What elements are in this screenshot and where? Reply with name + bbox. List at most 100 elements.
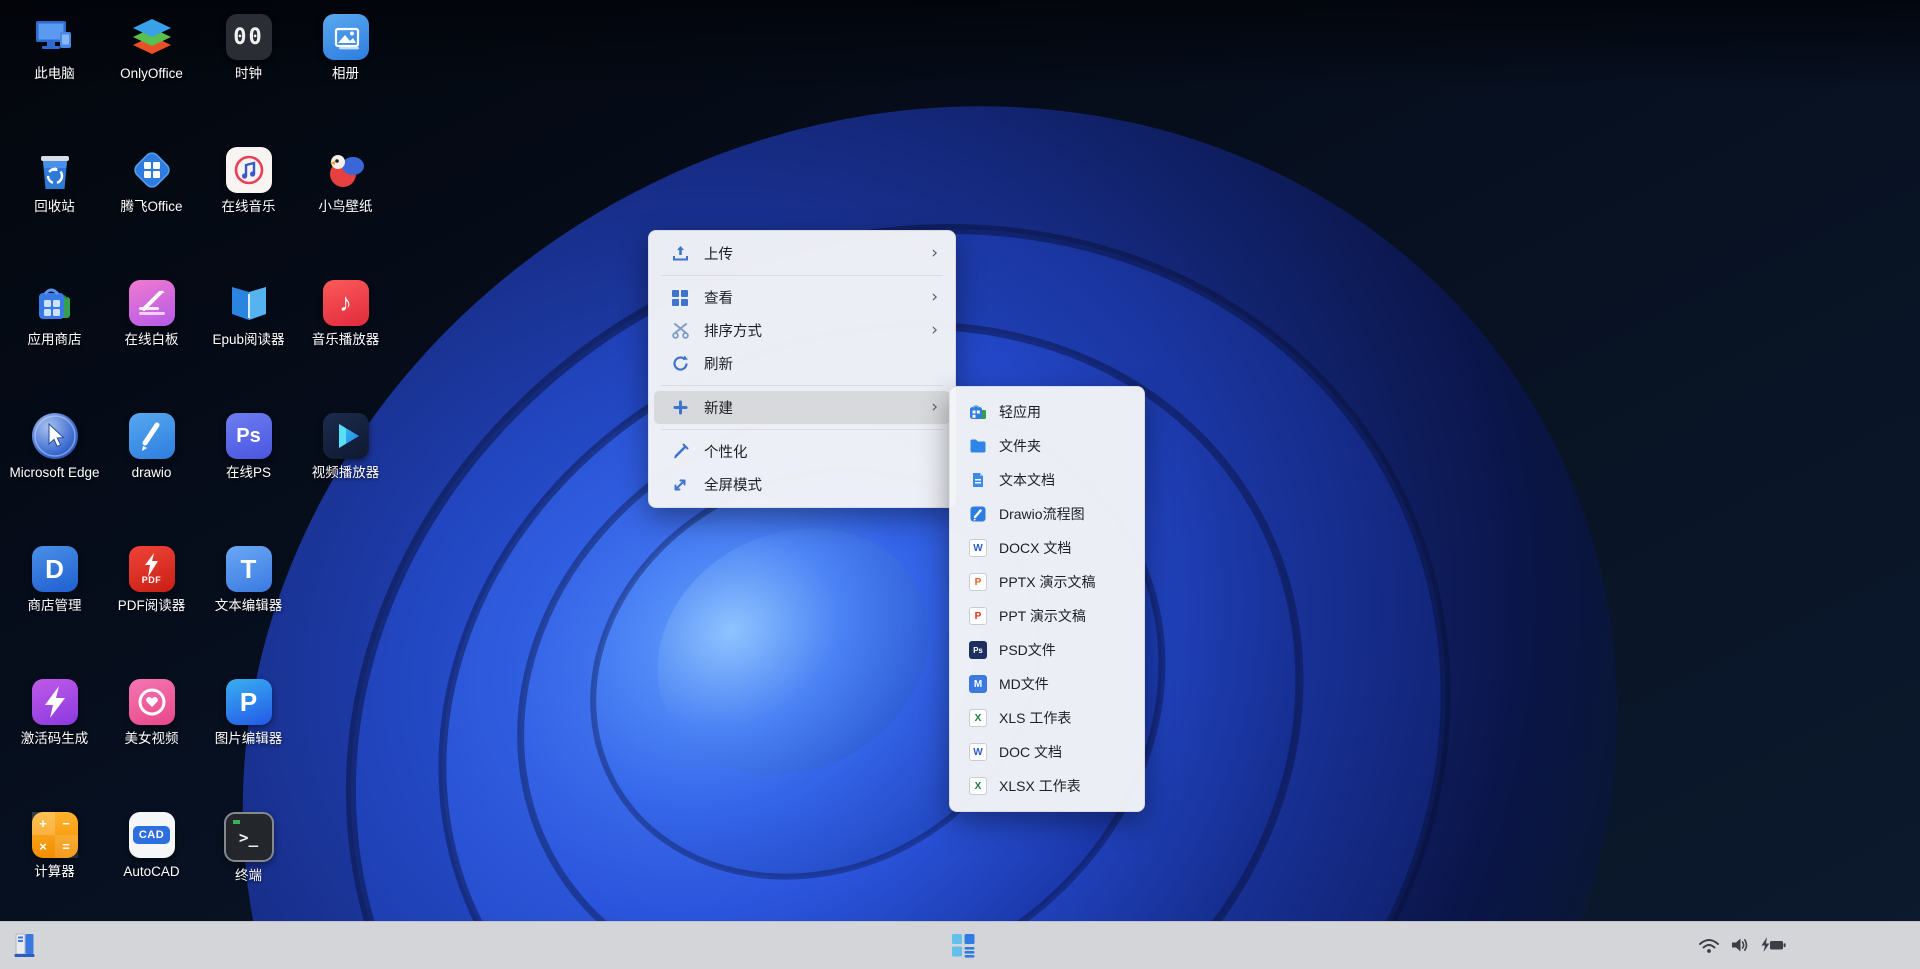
volume-icon[interactable] (1730, 936, 1750, 954)
menu-item-label: 刷新 (704, 353, 938, 374)
submenu-item-folder[interactable]: 文件夹 (955, 429, 1139, 463)
host-machine-button[interactable] (12, 932, 39, 959)
submenu-item-text-doc[interactable]: 文本文档 (955, 463, 1139, 497)
submenu-item-ppt[interactable]: P PPT 演示文稿 (955, 599, 1139, 633)
folder-icon (969, 437, 987, 455)
menu-item-label: 个性化 (704, 441, 938, 462)
menu-item-upload[interactable]: 上传 › (654, 237, 950, 270)
desktop-icon-clock[interactable]: 00 时钟 (200, 14, 297, 147)
submenu-item-label: 轻应用 (999, 402, 1041, 422)
md-file-icon: M (969, 675, 987, 693)
submenu-item-pptx[interactable]: P PPTX 演示文稿 (955, 565, 1139, 599)
personalize-icon (670, 442, 690, 462)
desktop-icon-whiteboard[interactable]: 在线白板 (103, 280, 200, 413)
svg-text:+: + (39, 816, 47, 831)
desktop-icon-image-editor[interactable]: P 图片编辑器 (200, 679, 297, 812)
calculator-icon: +−× = (32, 812, 78, 858)
desktop-icon-label: 在线音乐 (222, 199, 276, 215)
submenu-item-light-app[interactable]: 轻应用 (955, 395, 1139, 429)
menu-item-new[interactable]: 新建 › (654, 391, 950, 424)
svg-text:×: × (39, 839, 47, 854)
wifi-icon[interactable] (1698, 936, 1720, 954)
pptx-file-icon: P (969, 573, 987, 591)
desktop-icon-recycle-bin[interactable]: 回收站 (6, 147, 103, 280)
chevron-right-icon: › (931, 399, 938, 416)
submenu-item-psd[interactable]: Ps PSD文件 (955, 633, 1139, 667)
submenu-item-drawio[interactable]: Drawio流程图 (955, 497, 1139, 531)
menu-item-view[interactable]: 查看 › (654, 281, 950, 314)
desktop-icon-label: 视频播放器 (312, 465, 380, 481)
ppt-file-icon: P (969, 607, 987, 625)
desktop-icon-label: 美女视频 (125, 731, 179, 747)
submenu-item-label: PSD文件 (999, 640, 1056, 660)
desktop-icon-online-ps[interactable]: Ps 在线PS (200, 413, 297, 546)
doc-file-icon: W (969, 743, 987, 761)
desktop-icon-label: 终端 (235, 868, 262, 884)
desktop-icon-label: 回收站 (34, 199, 75, 215)
app-store-icon (32, 280, 78, 326)
desktop-icon-drawio[interactable]: drawio (103, 413, 200, 546)
fullscreen-icon (670, 475, 690, 495)
desktop-icon-bird-wallpaper[interactable]: 小鸟壁纸 (297, 147, 394, 280)
desktop-icon-label: 腾飞Office (120, 199, 182, 215)
desktop-icon-onlyoffice[interactable]: OnlyOffice (103, 14, 200, 147)
submenu-item-xls[interactable]: X XLS 工作表 (955, 701, 1139, 735)
submenu-item-label: 文件夹 (999, 436, 1041, 456)
xls-file-icon: X (969, 709, 987, 727)
desktop-icon-label: drawio (132, 465, 172, 481)
desktop-icon-beauty-video[interactable]: 美女视频 (103, 679, 200, 812)
menu-item-label: 新建 (704, 397, 931, 418)
submenu-item-label: PPTX 演示文稿 (999, 572, 1095, 592)
svg-text:=: = (62, 839, 70, 854)
menu-item-fullscreen[interactable]: 全屏模式 (654, 468, 950, 501)
sort-icon (670, 321, 690, 341)
terminal-icon: >_ (224, 812, 274, 862)
submenu-item-docx[interactable]: W DOCX 文档 (955, 531, 1139, 565)
desktop-icon-grid: 此电脑 回收站 应用商店 Microsoft Edge D 商店管理 激活码生成… (6, 14, 394, 945)
drawio-icon (129, 413, 175, 459)
online-ps-icon: Ps (226, 413, 272, 459)
music-player-icon: ♪ (323, 280, 369, 326)
onlyoffice-icon (129, 14, 175, 60)
desktop-icon-epub-reader[interactable]: Epub阅读器 (200, 280, 297, 413)
taskbar (0, 921, 1920, 969)
submenu-item-xlsx[interactable]: X XLSX 工作表 (955, 769, 1139, 803)
desktop-icon-label: AutoCAD (123, 864, 179, 880)
desktop-icon-photos[interactable]: 相册 (297, 14, 394, 147)
music-player-glyph: ♪ (339, 289, 352, 318)
docx-file-icon: W (969, 539, 987, 557)
submenu-item-md[interactable]: M MD文件 (955, 667, 1139, 701)
desktop-icon-label: Microsoft Edge (9, 465, 99, 481)
light-app-icon (969, 403, 987, 421)
menu-item-refresh[interactable]: 刷新 (654, 347, 950, 380)
desktop-icon-label: 商店管理 (28, 598, 82, 614)
autocad-glyph: CAD (133, 826, 170, 844)
desktop-icon-microsoft-edge[interactable]: Microsoft Edge (6, 413, 103, 546)
photos-icon (323, 14, 369, 60)
desktop-icon-this-pc[interactable]: 此电脑 (6, 14, 103, 147)
desktop-icon-pdf-reader[interactable]: PDF PDF阅读器 (103, 546, 200, 679)
terminal-glyph: >_ (239, 828, 258, 847)
desktop-icon-online-music[interactable]: 在线音乐 (200, 147, 297, 280)
desktop-icon-label: 应用商店 (28, 332, 82, 348)
submenu-item-label: XLS 工作表 (999, 708, 1071, 728)
store-manager-icon: D (32, 546, 78, 592)
text-editor-glyph: T (241, 554, 257, 585)
app-launcher-button[interactable] (950, 932, 977, 959)
submenu-item-doc[interactable]: W DOC 文档 (955, 735, 1139, 769)
menu-item-sort[interactable]: 排序方式 › (654, 314, 950, 347)
desktop-icon-store-manager[interactable]: D 商店管理 (6, 546, 103, 679)
desktop-icon-app-store[interactable]: 应用商店 (6, 280, 103, 413)
video-player-icon (323, 413, 369, 459)
desktop-icon-video-player[interactable]: 视频播放器 (297, 413, 394, 546)
beauty-video-icon (129, 679, 175, 725)
desktop-icon-text-editor[interactable]: T 文本编辑器 (200, 546, 297, 679)
svg-text:−: − (62, 816, 70, 831)
drawio-file-icon (969, 505, 987, 523)
desktop-icon-tengfei-office[interactable]: 腾飞Office (103, 147, 200, 280)
desktop-icon-activation-code[interactable]: 激活码生成 (6, 679, 103, 812)
refresh-icon (670, 354, 690, 374)
battery-charging-icon[interactable] (1760, 936, 1786, 954)
menu-item-personalize[interactable]: 个性化 (654, 435, 950, 468)
desktop-icon-music-player[interactable]: ♪ 音乐播放器 (297, 280, 394, 413)
